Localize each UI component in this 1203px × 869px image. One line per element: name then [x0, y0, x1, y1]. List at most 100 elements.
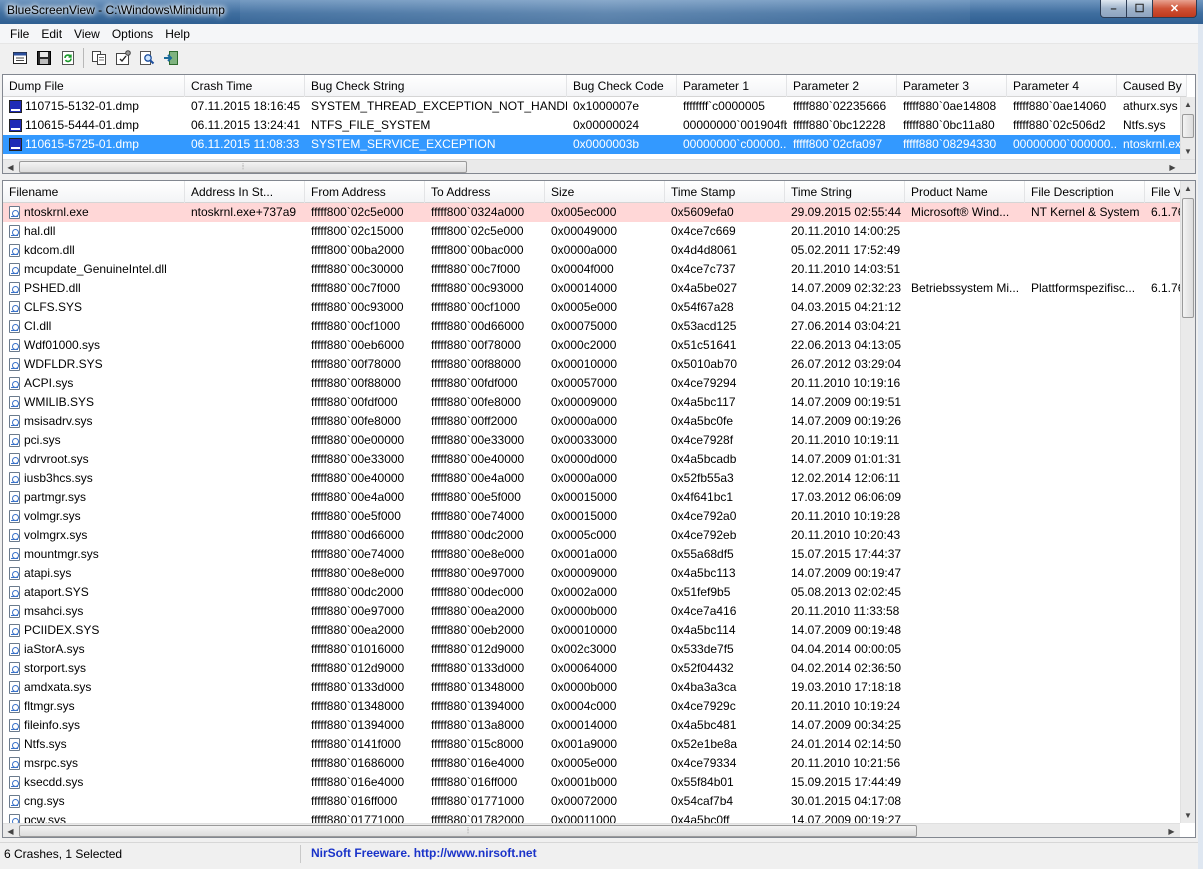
driver-row[interactable]: WMILIB.SYS fffff880`00fdf000 fffff880`00fe…: [3, 393, 1185, 412]
scroll-down-arrow-icon[interactable]: ▼: [1181, 144, 1195, 159]
crash-cell: 00000000`000000...: [1013, 137, 1117, 151]
driver-column-header[interactable]: Time String: [785, 181, 905, 203]
driver-list-horizontal-scrollbar[interactable]: ◀ ⦙ ▶: [3, 823, 1180, 837]
driver-row[interactable]: ataport.SYS fffff880`00dc2000 fffff880`00d…: [3, 583, 1185, 602]
menu-help[interactable]: Help: [159, 27, 196, 41]
scroll-left-arrow-icon[interactable]: ◀: [3, 160, 18, 173]
nirsoft-link[interactable]: NirSoft Freeware. http://www.nirsoft.net: [311, 846, 537, 860]
driver-row[interactable]: iaStorA.sys fffff880`01016000 fffff880`012…: [3, 640, 1185, 659]
driver-cell: [1025, 336, 1145, 355]
driver-row[interactable]: atapi.sys fffff880`00e8e000 fffff880`00e97…: [3, 564, 1185, 583]
driver-cell: fffff800`02c5e000: [311, 205, 404, 219]
driver-row[interactable]: CLFS.SYS fffff880`00c93000 fffff880`00cf10…: [3, 298, 1185, 317]
refresh-icon[interactable]: [57, 47, 79, 69]
driver-row[interactable]: Wdf01000.sys fffff880`00eb6000 fffff880`00…: [3, 336, 1185, 355]
driver-column-header[interactable]: Filename: [3, 181, 185, 203]
driver-row[interactable]: fltmgr.sys fffff880`01348000 fffff880`0139…: [3, 697, 1185, 716]
driver-row[interactable]: volmgr.sys fffff880`00e5f000 fffff880`00e7…: [3, 507, 1185, 526]
driver-row[interactable]: Ntfs.sys fffff880`0141f000 fffff880`015c80…: [3, 735, 1185, 754]
menu-edit[interactable]: Edit: [35, 27, 68, 41]
driver-cell: [905, 545, 1025, 564]
driver-row[interactable]: fileinfo.sys fffff880`01394000 fffff880`01…: [3, 716, 1185, 735]
crash-column-header[interactable]: Parameter 4: [1007, 75, 1117, 97]
driver-cell: iusb3hcs.sys: [3, 469, 185, 488]
driver-column-header[interactable]: Time Stamp: [665, 181, 785, 203]
exit-icon[interactable]: [160, 47, 182, 69]
driver-row[interactable]: partmgr.sys fffff880`00e4a000 fffff880`00e…: [3, 488, 1185, 507]
scroll-left-arrow-icon[interactable]: ◀: [3, 824, 18, 837]
driver-row[interactable]: hal.dll fffff800`02c15000 fffff800`02c5e00…: [3, 222, 1185, 241]
menu-view[interactable]: View: [68, 27, 106, 41]
properties-icon[interactable]: [9, 47, 31, 69]
crash-row[interactable]: 110615-5444-01.dmp 06.11.2015 13:24:41 NTF…: [3, 116, 1187, 135]
crash-column-header[interactable]: Dump File: [3, 75, 185, 97]
scroll-up-arrow-icon[interactable]: ▲: [1181, 181, 1195, 196]
driver-row[interactable]: volmgrx.sys fffff880`00d66000 fffff880`00d…: [3, 526, 1185, 545]
driver-row[interactable]: msahci.sys fffff880`00e97000 fffff880`00ea…: [3, 602, 1185, 621]
crash-cell: 0x0000003b: [573, 137, 640, 151]
crash-list-vertical-scrollbar[interactable]: ▲ ▼: [1180, 97, 1195, 159]
driver-cell: fffff880`00e4a000: [431, 471, 525, 485]
find-icon[interactable]: [136, 47, 158, 69]
menu-file[interactable]: File: [4, 27, 35, 41]
scroll-right-arrow-icon[interactable]: ▶: [1164, 824, 1179, 837]
driver-column-header[interactable]: From Address: [305, 181, 425, 203]
driver-row[interactable]: cng.sys fffff880`016ff000 fffff880`0177100…: [3, 792, 1185, 811]
driver-row[interactable]: ntoskrnl.exe ntoskrnl.exe+737a9 fffff800`0…: [3, 203, 1185, 222]
driver-row[interactable]: mountmgr.sys fffff880`00e74000 fffff880`00…: [3, 545, 1185, 564]
crash-row[interactable]: 110715-5132-01.dmp 07.11.2015 18:16:45 SYS…: [3, 97, 1187, 116]
close-button[interactable]: ✕: [1153, 0, 1197, 18]
scroll-thumb[interactable]: [1182, 114, 1194, 138]
scroll-up-arrow-icon[interactable]: ▲: [1181, 97, 1195, 112]
driver-list-vertical-scrollbar[interactable]: ▲ ▼: [1180, 181, 1195, 823]
driver-row[interactable]: ACPI.sys fffff880`00f88000 fffff880`00fdf0…: [3, 374, 1185, 393]
driver-column-header[interactable]: File Description: [1025, 181, 1145, 203]
driver-row[interactable]: WDFLDR.SYS fffff880`00f78000 fffff880`00f8…: [3, 355, 1185, 374]
minimize-button[interactable]: –: [1100, 0, 1127, 18]
crash-list-pane: Dump File Crash Time Bug Check String Bug C…: [2, 74, 1196, 174]
title-bar[interactable]: BlueScreenView - C:\Windows\Minidump – ☐…: [0, 0, 1203, 24]
driver-row[interactable]: PCIIDEX.SYS fffff880`00ea2000 fffff880`00e…: [3, 621, 1185, 640]
driver-row[interactable]: amdxata.sys fffff880`0133d000 fffff880`013…: [3, 678, 1185, 697]
driver-row[interactable]: msisadrv.sys fffff880`00fe8000 fffff880`00…: [3, 412, 1185, 431]
crash-row[interactable]: 110615-5725-01.dmp 06.11.2015 11:08:33 SYS…: [3, 135, 1187, 154]
crash-column-header[interactable]: Crash Time: [185, 75, 305, 97]
scroll-thumb[interactable]: [1182, 198, 1194, 318]
driver-cell: [1025, 260, 1145, 279]
driver-cell: [1145, 583, 1185, 602]
driver-row[interactable]: iusb3hcs.sys fffff880`00e40000 fffff880`00…: [3, 469, 1185, 488]
driver-cell: [1145, 317, 1185, 336]
driver-column-header[interactable]: Product Name: [905, 181, 1025, 203]
crash-list-horizontal-scrollbar[interactable]: ◀ ⦙ ▶: [3, 159, 1195, 173]
scroll-right-arrow-icon[interactable]: ▶: [1165, 160, 1180, 173]
maximize-button[interactable]: ☐: [1127, 0, 1153, 18]
scroll-down-arrow-icon[interactable]: ▼: [1181, 808, 1195, 823]
driver-row[interactable]: ksecdd.sys fffff880`016e4000 fffff880`016f…: [3, 773, 1185, 792]
driver-column-header[interactable]: To Address: [425, 181, 545, 203]
menu-options[interactable]: Options: [106, 27, 159, 41]
copy-icon[interactable]: [88, 47, 110, 69]
driver-row[interactable]: mcupdate_GenuineIntel.dll fffff880`00c300…: [3, 260, 1185, 279]
save-icon[interactable]: [33, 47, 55, 69]
driver-row[interactable]: pci.sys fffff880`00e00000 fffff880`00e3300…: [3, 431, 1185, 450]
crash-column-header[interactable]: Caused By: [1117, 75, 1187, 97]
driver-column-header[interactable]: Address In St...: [185, 181, 305, 203]
scroll-thumb[interactable]: ⦙: [19, 161, 467, 173]
driver-cell: [1025, 773, 1145, 792]
crash-column-header[interactable]: Bug Check Code: [567, 75, 677, 97]
crash-column-header[interactable]: Parameter 1: [677, 75, 787, 97]
driver-row[interactable]: PSHED.dll fffff880`00c7f000 fffff880`00c93…: [3, 279, 1185, 298]
driver-cell: fffff880`0141f000: [311, 737, 401, 751]
driver-column-header[interactable]: File V: [1145, 181, 1185, 203]
driver-row[interactable]: CI.dll fffff880`00cf1000 fffff880`00d66000…: [3, 317, 1185, 336]
scroll-thumb[interactable]: ⦙: [19, 825, 917, 837]
crash-column-header[interactable]: Parameter 3: [897, 75, 1007, 97]
driver-row[interactable]: storport.sys fffff880`012d9000 fffff880`01…: [3, 659, 1185, 678]
driver-column-header[interactable]: Size: [545, 181, 665, 203]
crash-column-header[interactable]: Bug Check String: [305, 75, 567, 97]
driver-row[interactable]: kdcom.dll fffff800`00ba2000 fffff800`00bac…: [3, 241, 1185, 260]
driver-row[interactable]: msrpc.sys fffff880`01686000 fffff880`016e4…: [3, 754, 1185, 773]
advanced-options-icon[interactable]: [112, 47, 134, 69]
driver-row[interactable]: vdrvroot.sys fffff880`00e33000 fffff880`00…: [3, 450, 1185, 469]
crash-column-header[interactable]: Parameter 2: [787, 75, 897, 97]
